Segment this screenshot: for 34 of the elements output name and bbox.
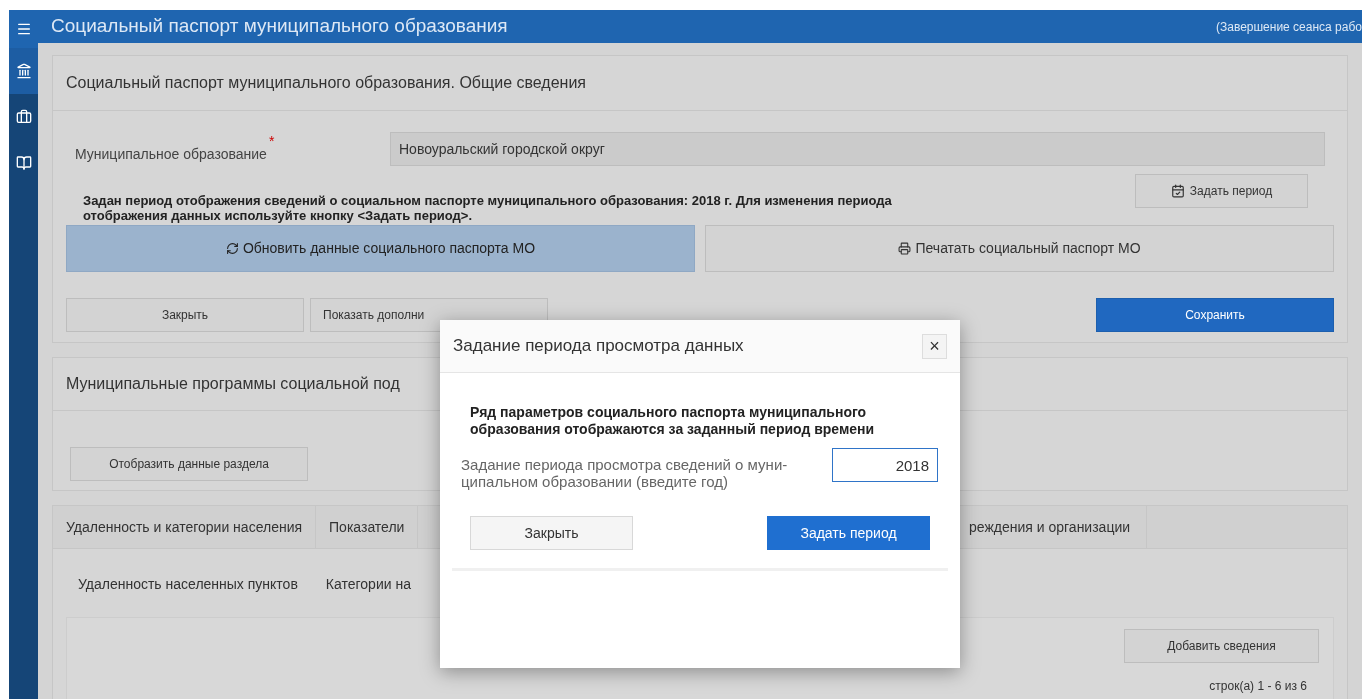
panel-title: Муниципальные программы социальной под bbox=[66, 374, 400, 394]
required-mark: * bbox=[268, 133, 275, 151]
refresh-icon bbox=[225, 242, 239, 255]
subtab[interactable]: Удаленность населенных пунктов bbox=[66, 572, 310, 596]
year-field[interactable]: 2018 bbox=[832, 448, 938, 482]
dialog-title: Задание периода просмотра данных bbox=[453, 335, 744, 358]
save-button[interactable]: Сохранить bbox=[1096, 298, 1334, 332]
printer-icon bbox=[898, 242, 912, 255]
add-button[interactable]: Добавить сведения bbox=[1124, 629, 1319, 663]
menu-button[interactable] bbox=[9, 10, 38, 48]
panel-button[interactable]: Закрыть bbox=[66, 298, 304, 332]
page-title: Социальный паспорт муниципального образования bbox=[51, 14, 508, 39]
menu-icon bbox=[15, 21, 32, 37]
close-dialog-button[interactable]: Закрыть bbox=[470, 516, 633, 550]
set-period-button[interactable]: Задать период bbox=[1135, 174, 1308, 208]
briefcase-icon bbox=[15, 109, 32, 125]
calendar-icon bbox=[1170, 184, 1185, 198]
period-notice: Задан период отображения сведений о социальном паспорте муниципального образования: 2018 г. Для изменения периода отображения данных используйте кнопку <Задать период>. bbox=[82, 192, 893, 223]
logout-link[interactable]: (Завершение сеанса рабо bbox=[1215, 17, 1362, 36]
print-button[interactable]: Печатать социальный паспорт МО bbox=[705, 225, 1334, 272]
set-period-button[interactable]: Задать период bbox=[767, 516, 930, 550]
book-icon bbox=[15, 155, 32, 171]
dialog-intro: Ряд параметров социального паспорта муниципального образования отображаются за заданный период времени bbox=[470, 404, 876, 438]
panel-title: Социальный паспорт муниципального образования. Общие сведения bbox=[66, 73, 586, 93]
municipality-field[interactable]: Новоуральский городской округ bbox=[390, 132, 1325, 166]
field-label: Муниципальное образование bbox=[75, 144, 267, 164]
year-label: Задание периода просмотра сведений о муни-ципальном образовании (введите год) bbox=[461, 456, 789, 490]
bank-icon bbox=[15, 63, 32, 79]
pager-text: строк(а) 1 - 6 из 6 bbox=[1209, 678, 1307, 695]
refresh-button[interactable]: Обновить данные социального паспорта МО bbox=[66, 225, 695, 272]
subtab[interactable]: Категории на bbox=[313, 572, 423, 596]
close-button[interactable]: × bbox=[922, 333, 947, 359]
show-data-button[interactable]: Отобразить данные раздела bbox=[70, 447, 308, 481]
sidebar-item[interactable] bbox=[9, 48, 38, 94]
